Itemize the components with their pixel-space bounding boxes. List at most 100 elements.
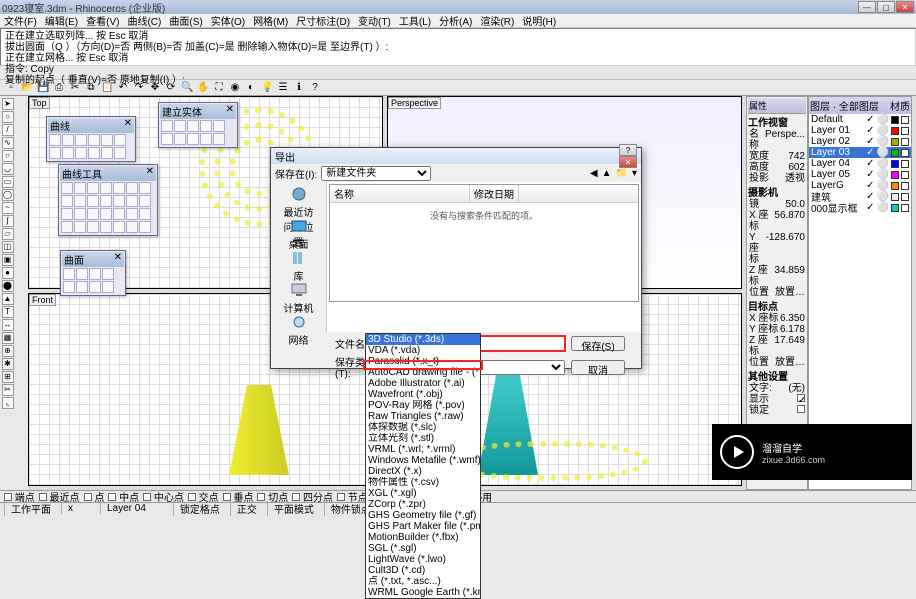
light-icon[interactable]: 💡	[260, 81, 274, 95]
menu-tools[interactable]: 工具(L)	[399, 13, 431, 28]
tool-icon[interactable]	[161, 120, 173, 132]
filetype-option[interactable]: GHS Part Maker file (*.pm)	[366, 521, 480, 532]
toolbar-solid[interactable]: 建立实体✕	[158, 102, 238, 148]
filetype-option[interactable]: VDA (*.vda)	[366, 345, 480, 356]
pan-icon[interactable]: ✋	[196, 81, 210, 95]
tool-icon[interactable]	[61, 182, 73, 194]
cyl-icon[interactable]: ⬤	[2, 280, 14, 292]
tool-icon[interactable]	[100, 195, 112, 207]
tool-icon[interactable]	[100, 182, 112, 194]
file-list[interactable]: 名称修改日期 没有与搜索条件匹配的项。	[329, 184, 639, 302]
prop-value[interactable]: 6.178	[780, 324, 805, 335]
tool-icon[interactable]	[213, 120, 225, 132]
tool-icon[interactable]	[139, 195, 151, 207]
menu-transform[interactable]: 变动(T)	[358, 13, 391, 28]
tool-icon[interactable]	[87, 182, 99, 194]
tool-icon[interactable]	[113, 221, 125, 233]
tool-icon[interactable]	[61, 221, 73, 233]
close-button[interactable]: ✕	[896, 1, 914, 13]
tool-icon[interactable]	[62, 147, 74, 159]
layer-row[interactable]: Layer 01✓⚪	[809, 125, 911, 136]
tool-icon[interactable]	[187, 120, 199, 132]
status-cell[interactable]: Layer 04	[100, 503, 152, 514]
prop-value[interactable]: 34.859	[774, 265, 805, 287]
move-icon[interactable]: ✥	[148, 81, 162, 95]
tool-icon[interactable]	[161, 133, 173, 145]
curve-icon[interactable]: ~	[2, 202, 14, 214]
tool-icon[interactable]	[61, 208, 73, 220]
tool-icon[interactable]	[126, 208, 138, 220]
filetype-option[interactable]: GHS Geometry file (*.gf)	[366, 510, 480, 521]
tool-icon[interactable]	[62, 134, 74, 146]
bool-icon[interactable]: ⊕	[2, 345, 14, 357]
box-icon[interactable]: ▣	[2, 254, 14, 266]
tool-icon[interactable]	[87, 208, 99, 220]
trim-icon[interactable]: ✂	[2, 384, 14, 396]
menu-file[interactable]: 文件(F)	[4, 13, 37, 28]
tool-icon[interactable]	[100, 208, 112, 220]
menu-analyze[interactable]: 分析(A)	[439, 13, 472, 28]
checkbox[interactable]: ✓	[797, 394, 805, 402]
minimize-button[interactable]: —	[858, 1, 876, 13]
toolbar-surface[interactable]: 曲面✕	[60, 250, 126, 296]
tool-icon[interactable]	[74, 221, 86, 233]
rotate-icon[interactable]: ⟳	[164, 81, 178, 95]
layer-row[interactable]: 000显示框✓⚪	[809, 202, 911, 213]
copy-icon[interactable]: ⧉	[84, 81, 98, 95]
place-recent[interactable]: 最近访问的位置	[283, 186, 315, 214]
toolbar-curvetools[interactable]: 曲线工具✕	[58, 164, 158, 236]
tool-icon[interactable]	[200, 133, 212, 145]
tool-icon[interactable]	[87, 221, 99, 233]
prop-value[interactable]: 602	[788, 162, 805, 173]
tool-icon[interactable]	[76, 281, 88, 293]
tool-icon[interactable]	[74, 208, 86, 220]
prop-value[interactable]: (无)	[788, 383, 805, 394]
layer-row[interactable]: Layer 05✓⚪	[809, 169, 911, 180]
tool-icon[interactable]	[139, 221, 151, 233]
tab-material[interactable]: 材质	[890, 98, 910, 113]
tool-icon[interactable]	[63, 281, 75, 293]
status-cell[interactable]: 工作平面	[4, 501, 57, 516]
back-icon[interactable]: ◀	[590, 168, 598, 179]
tool-icon[interactable]	[88, 147, 100, 159]
rect-icon[interactable]: ▭	[2, 176, 14, 188]
status-cell[interactable]: 锁定格点	[173, 501, 226, 516]
layer-row[interactable]: Layer 03✓⚪	[809, 147, 911, 158]
srf-icon[interactable]: ▱	[2, 228, 14, 240]
cone-icon[interactable]: ▲	[2, 293, 14, 305]
tool-icon[interactable]	[75, 134, 87, 146]
arc-icon[interactable]: ◡	[2, 163, 14, 175]
menu-render[interactable]: 渲染(R)	[480, 13, 514, 28]
tool-icon[interactable]	[113, 195, 125, 207]
new-icon[interactable]: ▫	[4, 81, 18, 95]
filetype-option[interactable]: ZCorp (*.zpr)	[366, 499, 480, 510]
zoomext-icon[interactable]: ⛶	[212, 81, 226, 95]
maximize-button[interactable]: ▢	[877, 1, 895, 13]
tool-icon[interactable]	[76, 268, 88, 280]
place-button[interactable]: 放置…	[775, 287, 805, 298]
tool-icon[interactable]	[113, 208, 125, 220]
tool-icon[interactable]	[126, 182, 138, 194]
tool-icon[interactable]	[200, 120, 212, 132]
ellipse-icon[interactable]: ◯	[2, 189, 14, 201]
filetype-option[interactable]: 物件属性 (*.csv)	[366, 477, 480, 488]
prop-value[interactable]: 17.649	[774, 335, 805, 357]
tool-icon[interactable]	[88, 134, 100, 146]
osnap-item[interactable]: 点	[84, 489, 105, 504]
close-icon[interactable]: ✕	[146, 166, 154, 181]
filetype-option[interactable]: POV-Ray 网格 (*.pov)	[366, 400, 480, 411]
tool-icon[interactable]	[100, 221, 112, 233]
prop-value[interactable]: 50.0	[786, 199, 805, 210]
filetype-option[interactable]: Cult3D (*.cd)	[366, 565, 480, 576]
tool-icon[interactable]	[126, 195, 138, 207]
filetype-option[interactable]: 体探数据 (*.slc)	[366, 422, 480, 433]
layer-row[interactable]: Default✓⚪	[809, 114, 911, 125]
up-icon[interactable]: ▲	[602, 168, 612, 179]
dim-icon[interactable]: ↔	[2, 319, 14, 331]
prop-value[interactable]: 56.870	[774, 210, 805, 232]
tool-icon[interactable]	[75, 147, 87, 159]
cancel-button[interactable]: 取消	[571, 360, 625, 375]
undo-icon[interactable]: ↶	[116, 81, 130, 95]
join-icon[interactable]: ⊞	[2, 371, 14, 383]
prop-value[interactable]: Perspe...	[765, 129, 805, 151]
